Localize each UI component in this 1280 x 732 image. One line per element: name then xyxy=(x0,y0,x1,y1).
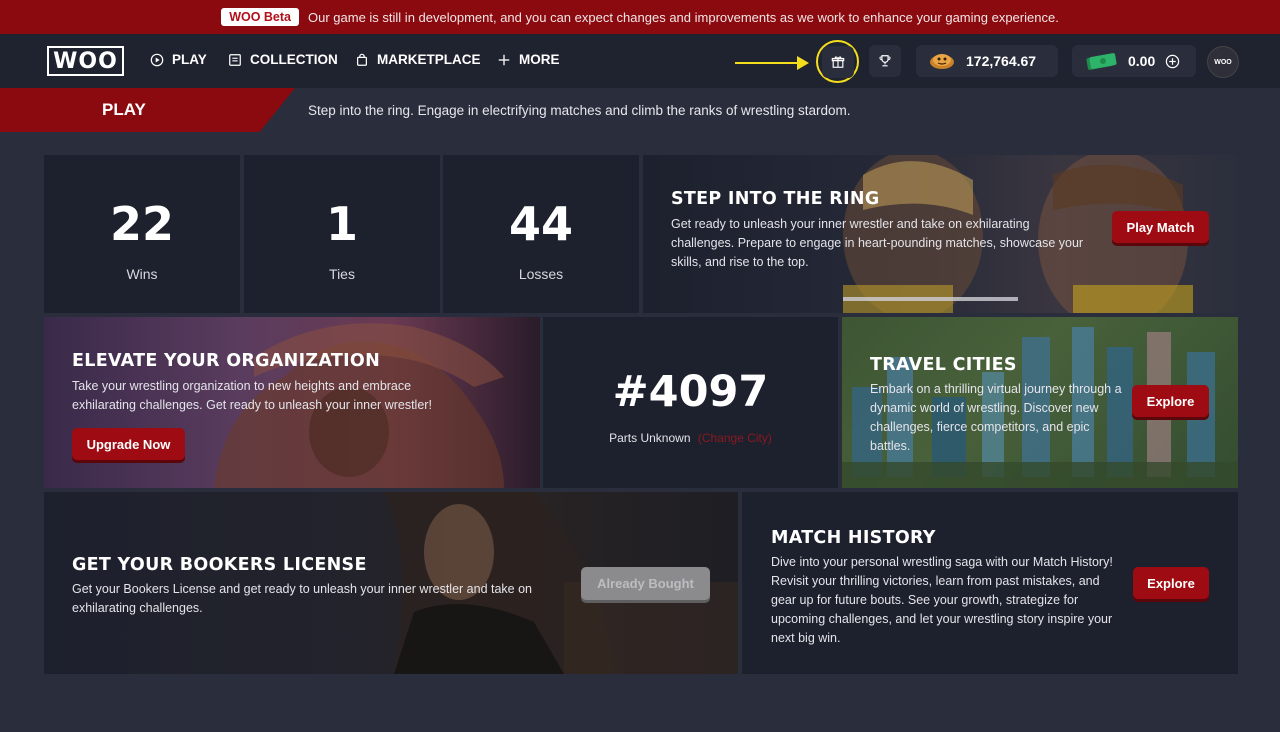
collection-icon xyxy=(229,53,241,66)
travel-explore-button[interactable]: Explore xyxy=(1132,385,1209,417)
coin-amount: 172,764.67 xyxy=(966,53,1037,69)
coin-balance[interactable]: 172,764.67 xyxy=(916,45,1058,77)
step-into-ring-card: STEP INTO THE RING Get ready to unleash … xyxy=(643,155,1238,313)
nav-play-label: PLAY xyxy=(172,52,207,67)
ties-card: 1 Ties xyxy=(244,155,440,313)
step-ring-text: Get ready to unleash your inner wrestler… xyxy=(671,217,1084,269)
nav-collection-label: COLLECTION xyxy=(250,52,338,67)
cash-amount: 0.00 xyxy=(1128,53,1156,69)
history-title: MATCH HISTORY xyxy=(771,528,936,548)
travel-text: Embark on a thrilling virtual journey th… xyxy=(870,382,1122,453)
ties-value: 1 xyxy=(325,197,358,251)
wins-value: 22 xyxy=(109,197,174,251)
already-bought-button: Already Bought xyxy=(581,567,710,600)
play-match-button[interactable]: Play Match xyxy=(1112,211,1209,243)
trophy-icon xyxy=(879,55,891,67)
plus-icon xyxy=(498,54,510,65)
losses-value: 44 xyxy=(508,197,573,251)
city-row: Parts Unknown (Change City) xyxy=(543,431,838,445)
bookers-text: Get your Bookers License and get ready t… xyxy=(72,582,532,615)
wins-label: Wins xyxy=(126,266,158,282)
beta-message: Our game is still in development, and yo… xyxy=(308,9,1059,25)
play-circle-icon xyxy=(150,53,164,66)
nav-marketplace-label: MARKETPLACE xyxy=(377,52,481,67)
nav-collection[interactable]: COLLECTION xyxy=(228,52,338,67)
rank-number: #4097 xyxy=(612,367,769,417)
nav-more-label: MORE xyxy=(519,52,560,67)
current-city: Parts Unknown xyxy=(609,431,691,445)
beta-banner: WOO Beta Our game is still in developmen… xyxy=(0,0,1280,34)
woo-logo[interactable]: WOO xyxy=(47,46,124,76)
highlight-circle xyxy=(816,40,859,83)
rank-card: #4097 Parts Unknown (Change City) xyxy=(543,317,838,488)
bookers-title: GET YOUR BOOKERS LICENSE xyxy=(72,555,367,575)
nav-marketplace[interactable]: MARKETPLACE xyxy=(355,52,481,67)
step-ring-title: STEP INTO THE RING xyxy=(671,189,880,209)
organization-card: ELEVATE YOUR ORGANIZATION Take your wres… xyxy=(44,317,540,488)
highlight-arrow xyxy=(735,56,809,70)
wrestler-coin-icon xyxy=(930,54,954,69)
organization-text: Take your wrestling organization to new … xyxy=(72,379,432,412)
ties-label: Ties xyxy=(329,266,355,282)
travel-title: TRAVEL CITIES xyxy=(870,355,1017,375)
travel-cities-card: TRAVEL CITIES Embark on a thrilling virt… xyxy=(842,317,1238,488)
losses-label: Losses xyxy=(518,266,564,282)
top-navbar: WOO PLAY COLLECTION MARKETPLACE MORE 172… xyxy=(0,34,1280,88)
nav-play[interactable]: PLAY xyxy=(150,52,207,67)
nav-more[interactable]: MORE xyxy=(497,52,560,67)
page-title: PLAY xyxy=(0,88,295,132)
history-text: Dive into your personal wrestling saga w… xyxy=(771,555,1113,645)
history-explore-button[interactable]: Explore xyxy=(1133,567,1209,599)
bookers-license-card: GET YOUR BOOKERS LICENSE Get your Booker… xyxy=(44,492,738,674)
wins-card: 22 Wins xyxy=(44,155,240,313)
cash-balance[interactable]: 0.00 xyxy=(1072,45,1196,77)
page-description: Step into the ring. Engage in electrifyi… xyxy=(308,103,851,118)
beta-badge: WOO Beta xyxy=(221,8,299,26)
shopping-bag-icon xyxy=(357,53,367,66)
losses-card: 44 Losses xyxy=(443,155,639,313)
user-avatar[interactable]: WOO xyxy=(1207,46,1239,78)
add-cash-icon[interactable] xyxy=(1165,54,1180,69)
cash-icon xyxy=(1086,53,1117,70)
upgrade-now-button[interactable]: Upgrade Now xyxy=(72,428,185,460)
organization-title: ELEVATE YOUR ORGANIZATION xyxy=(72,351,381,371)
match-history-card: MATCH HISTORY Dive into your personal wr… xyxy=(742,492,1238,674)
change-city-link[interactable]: (Change City) xyxy=(698,431,772,445)
trophy-button[interactable] xyxy=(869,45,901,77)
gift-icon xyxy=(831,55,844,68)
gift-button[interactable] xyxy=(821,45,854,78)
